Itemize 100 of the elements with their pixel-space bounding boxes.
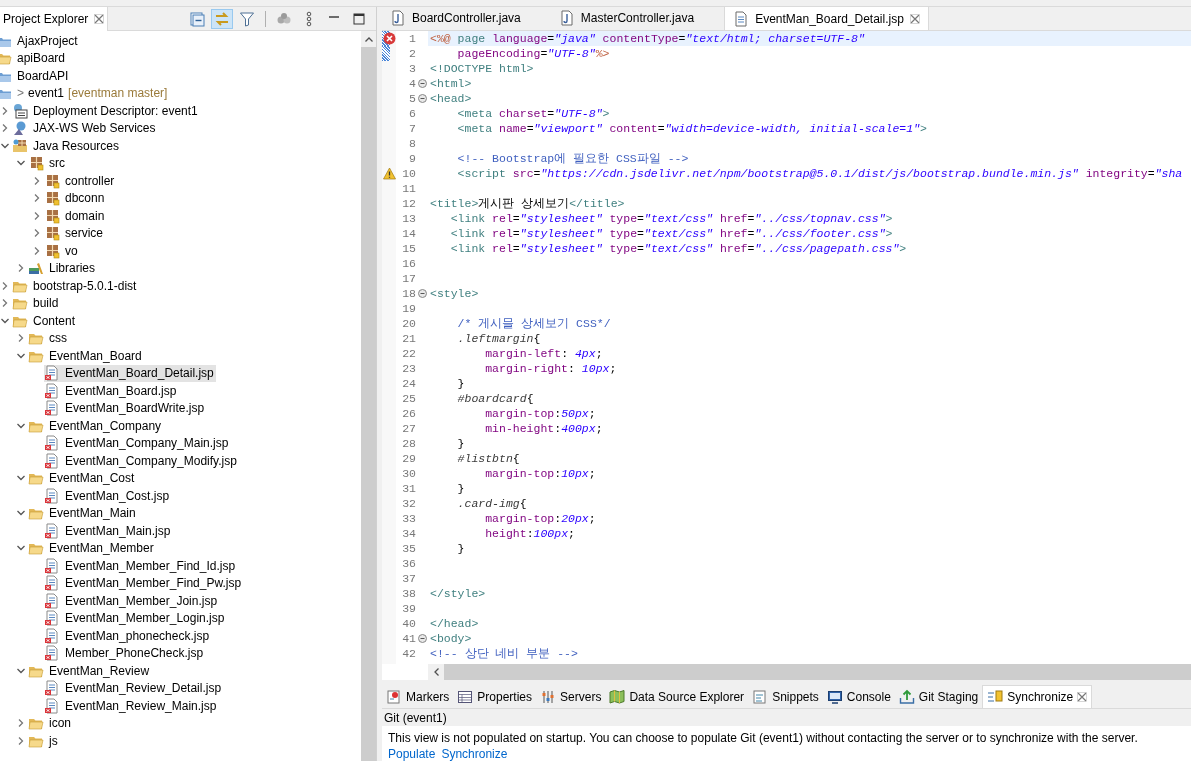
panel-tab[interactable]: Snippets <box>748 685 823 708</box>
tree-item[interactable]: EventMan_Main.jsp <box>44 522 173 540</box>
tree-item[interactable]: Libraries <box>28 259 98 277</box>
chevron-right-icon[interactable] <box>16 263 26 274</box>
tree-item[interactable]: EventMan_Member <box>28 539 156 557</box>
scroll-up-icon[interactable] <box>364 36 373 42</box>
tree-item[interactable]: EventMan_Review_Detail.jsp <box>44 679 224 697</box>
tree-item[interactable]: EventMan_Member_Find_Id.jsp <box>44 557 238 575</box>
tree-item[interactable]: EventMan_Main <box>28 504 138 522</box>
line-number: 6 <box>409 105 416 122</box>
tree-item[interactable]: EventMan_BoardWrite.jsp <box>44 399 207 417</box>
tree-item[interactable]: vo <box>44 242 80 260</box>
link[interactable]: Synchronize <box>441 747 508 761</box>
tree-item[interactable]: icon <box>28 714 73 732</box>
tree-item[interactable]: > event1 [eventman master] <box>0 84 170 102</box>
table-icon <box>457 688 474 705</box>
code-line: .leftmargin{ <box>456 331 541 346</box>
tree-item[interactable]: js <box>28 732 60 750</box>
collapse-icon[interactable] <box>417 289 427 298</box>
tree-item[interactable]: css <box>28 329 69 347</box>
panel-tab[interactable]: Data Source Explorer <box>605 685 749 708</box>
panel-tab[interactable]: Markers <box>382 685 454 708</box>
tree-item[interactable]: EventMan_Board <box>28 347 144 365</box>
panel-tab[interactable]: Servers <box>536 685 606 708</box>
line-number: 41 <box>402 630 416 647</box>
code-line: } <box>456 481 465 496</box>
chevron-right-icon[interactable] <box>32 228 42 239</box>
tree-item[interactable]: bootstrap-5.0.1-dist <box>12 277 139 295</box>
editor-tab[interactable]: BoardController.java <box>382 6 551 30</box>
line-number: 34 <box>402 525 416 542</box>
file-icon <box>44 592 60 609</box>
editor-tab[interactable]: MasterController.java <box>550 6 725 30</box>
tree-item[interactable]: build <box>12 294 61 312</box>
java-file-icon <box>390 10 406 26</box>
tree-item[interactable]: service <box>44 224 105 242</box>
chevron-right-icon[interactable] <box>32 193 42 204</box>
tree-item[interactable]: EventMan_Member_Join.jsp <box>44 592 220 610</box>
scrollbar[interactable] <box>361 31 376 761</box>
tree-item[interactable]: EventMan_Company <box>28 417 164 435</box>
line-number: 19 <box>402 300 416 317</box>
chevron-right-icon[interactable] <box>32 175 42 186</box>
line-number: 38 <box>402 585 416 602</box>
tree-item[interactable]: EventMan_Company_Main.jsp <box>44 434 231 452</box>
code-line: margin-top:20px; <box>484 511 596 526</box>
chevron-right-icon[interactable] <box>16 718 26 729</box>
line-number: 7 <box>409 120 416 137</box>
tree-item[interactable]: EventMan_Company_Modify.jsp <box>44 452 239 470</box>
close-icon[interactable] <box>909 13 920 24</box>
tree-item[interactable]: Member_PhoneCheck.jsp <box>44 644 206 662</box>
package-icon <box>44 207 60 224</box>
chevron-right-icon[interactable] <box>16 333 26 344</box>
tree-item[interactable]: apiBoard <box>0 49 68 67</box>
scroll-left-icon[interactable] <box>433 668 439 676</box>
tree-item[interactable]: EventMan_Board.jsp <box>44 382 179 400</box>
chevron-right-icon[interactable] <box>0 280 10 291</box>
tree-item[interactable]: EventMan_Member_Find_Pw.jsp <box>44 574 244 592</box>
file-icon <box>44 400 60 417</box>
chevron-right-icon[interactable] <box>0 105 10 116</box>
collapse-icon[interactable] <box>417 634 427 643</box>
horizontal-scrollbar[interactable] <box>428 664 1191 680</box>
line-number: 2 <box>409 45 416 62</box>
tree-item[interactable]: EventMan_Board_Detail.jsp <box>44 364 216 382</box>
tree-item[interactable]: EventMan_Review_Main.jsp <box>44 697 219 715</box>
info-message: This view is not populated on startup. You can choose to populate Git (event1) without contacting the server or to synchronize with the server. <box>388 731 1139 746</box>
code-line: } <box>456 436 465 451</box>
tree-item[interactable]: AjaxProject <box>0 32 80 50</box>
chevron-right-icon[interactable] <box>16 735 26 746</box>
chevron-right-icon[interactable] <box>32 245 42 256</box>
chevron-right-icon[interactable] <box>0 123 10 134</box>
panel-tab[interactable]: Git Staging <box>894 685 983 708</box>
chevron-right-icon[interactable] <box>32 210 42 221</box>
tree-item[interactable]: BoardAPI <box>0 67 71 85</box>
tree-item[interactable]: EventMan_Cost.jsp <box>44 487 172 505</box>
close-icon[interactable] <box>1077 692 1088 702</box>
panel-tab[interactable]: Console <box>822 685 895 708</box>
panel-tab[interactable]: Synchronize <box>982 685 1093 708</box>
close-icon[interactable] <box>94 13 105 24</box>
editor-tab[interactable]: EventMan_Board_Detail.jsp <box>724 6 929 30</box>
tree-item[interactable]: Deployment Descriptor: event1 <box>12 102 200 120</box>
tree-item[interactable]: Content <box>12 312 78 330</box>
tree-item[interactable]: controller <box>44 172 117 190</box>
tree-item[interactable]: domain <box>44 207 107 225</box>
map-icon <box>609 688 626 705</box>
package-icon <box>44 225 60 242</box>
link[interactable]: Populate <box>388 747 436 761</box>
tree-item[interactable]: src <box>28 154 67 172</box>
chevron-right-icon[interactable] <box>0 298 10 309</box>
panel-tab[interactable]: Properties <box>453 685 537 708</box>
collapse-icon[interactable] <box>417 94 427 103</box>
tree-item[interactable]: EventMan_Review <box>28 662 152 680</box>
line-number: 32 <box>402 495 416 512</box>
tree-item[interactable]: EventMan_Cost <box>28 469 137 487</box>
tree-item[interactable]: EventMan_Member_Login.jsp <box>44 609 227 627</box>
line-number: 12 <box>402 195 416 212</box>
tree-item[interactable]: dbconn <box>44 189 107 207</box>
collapse-icon[interactable] <box>417 79 427 88</box>
view-tab[interactable]: Project Explorer <box>0 6 109 31</box>
tree-item[interactable]: JAX-WS Web Services <box>12 119 158 137</box>
tree-item[interactable]: Java Resources <box>12 137 122 155</box>
tree-item[interactable]: EventMan_phonecheck.jsp <box>44 627 212 645</box>
